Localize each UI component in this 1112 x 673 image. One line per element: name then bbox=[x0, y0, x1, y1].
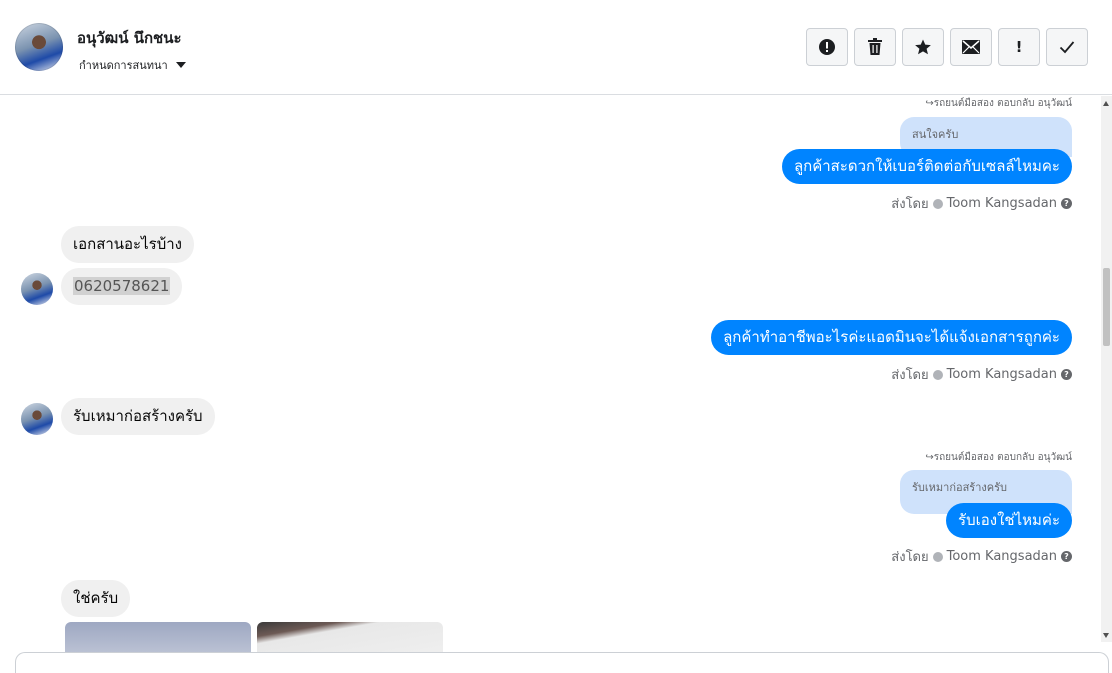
quoted-text: สนใจครับ bbox=[912, 128, 959, 141]
star-icon bbox=[915, 39, 931, 55]
attached-photo[interactable] bbox=[65, 622, 251, 652]
contact-avatar[interactable] bbox=[15, 23, 63, 71]
incoming-message[interactable]: รับเหมาก่อสร้างครับ bbox=[61, 398, 215, 435]
outgoing-message[interactable]: ลูกค้าสะดวกให้เบอร์ติดต่อกับเซลล์ไหมคะ bbox=[781, 149, 1072, 184]
contact-name[interactable]: อนุวัฒน์ นึกชนะ bbox=[77, 26, 182, 50]
scrollbar-thumb[interactable] bbox=[1103, 268, 1110, 346]
help-icon[interactable]: ? bbox=[1061, 198, 1072, 209]
conversation-header: อนุวัฒน์ นึกชนะ กำหนดการสนทนา ! bbox=[0, 0, 1112, 95]
verified-icon bbox=[932, 369, 943, 380]
incoming-message[interactable]: ใช่ครับ bbox=[61, 580, 131, 617]
caret-down-icon bbox=[175, 62, 186, 68]
envelope-icon bbox=[962, 40, 980, 54]
outgoing-message[interactable]: รับเองใช่ไหมค่ะ bbox=[946, 503, 1072, 538]
action-toolbar: ! bbox=[806, 28, 1088, 66]
scroll-up-arrow-icon[interactable] bbox=[1103, 101, 1109, 106]
attached-photo[interactable] bbox=[257, 622, 443, 652]
sent-by-prefix: ส่งโดย bbox=[891, 197, 929, 212]
priority-button[interactable]: ! bbox=[998, 28, 1040, 66]
sender-name[interactable]: Toom Kangsadan bbox=[947, 549, 1057, 564]
alert-circle-icon bbox=[819, 39, 835, 55]
verified-icon bbox=[932, 198, 943, 209]
sent-by-prefix: ส่งโดย bbox=[891, 550, 929, 565]
reply-context-label: ↪รถยนต์มือสอง ตอบกลับ อนุวัฒน์ bbox=[925, 98, 1072, 109]
mark-unread-button[interactable] bbox=[950, 28, 992, 66]
assign-conversation-dropdown[interactable]: กำหนดการสนทนา bbox=[79, 56, 186, 74]
star-button[interactable] bbox=[902, 28, 944, 66]
mark-done-button[interactable] bbox=[1046, 28, 1088, 66]
scroll-down-arrow-icon[interactable] bbox=[1103, 633, 1109, 638]
help-icon[interactable]: ? bbox=[1061, 369, 1072, 380]
verified-icon bbox=[932, 551, 943, 562]
sent-by-label: ส่งโดย Toom Kangsadan ? bbox=[891, 546, 1072, 567]
incoming-message[interactable]: 0620578621 bbox=[61, 268, 183, 305]
reply-context-label: ↪รถยนต์มือสอง ตอบกลับ อนุวัฒน์ bbox=[925, 452, 1072, 463]
sender-name[interactable]: Toom Kangsadan bbox=[947, 196, 1057, 211]
sent-by-label: ส่งโดย Toom Kangsadan ? bbox=[891, 193, 1072, 214]
highlighted-phone-number[interactable]: 0620578621 bbox=[73, 277, 171, 295]
delete-button[interactable] bbox=[854, 28, 896, 66]
sent-by-prefix: ส่งโดย bbox=[891, 368, 929, 383]
message-composer[interactable] bbox=[15, 652, 1109, 673]
report-button[interactable] bbox=[806, 28, 848, 66]
assign-label: กำหนดการสนทนา bbox=[79, 59, 168, 72]
outgoing-message[interactable]: ลูกค้าทำอาชีพอะไรค่ะแอดมินจะได้แจ้งเอกสา… bbox=[711, 320, 1072, 355]
quoted-text: รับเหมาก่อสร้างครับ bbox=[912, 481, 1008, 494]
exclamation-icon: ! bbox=[1015, 38, 1023, 56]
checkmark-icon bbox=[1059, 41, 1075, 54]
sender-name[interactable]: Toom Kangsadan bbox=[947, 367, 1057, 382]
message-thread: ↪รถยนต์มือสอง ตอบกลับ อนุวัฒน์ สนใจครับ … bbox=[0, 96, 1100, 652]
contact-avatar-small[interactable] bbox=[21, 403, 53, 435]
contact-avatar-small[interactable] bbox=[21, 273, 53, 305]
scrollbar[interactable] bbox=[1101, 96, 1112, 642]
trash-icon bbox=[868, 38, 882, 55]
incoming-message[interactable]: เอกสานอะไรบ้าง bbox=[61, 226, 194, 263]
sent-by-label: ส่งโดย Toom Kangsadan ? bbox=[891, 364, 1072, 385]
help-icon[interactable]: ? bbox=[1061, 551, 1072, 562]
